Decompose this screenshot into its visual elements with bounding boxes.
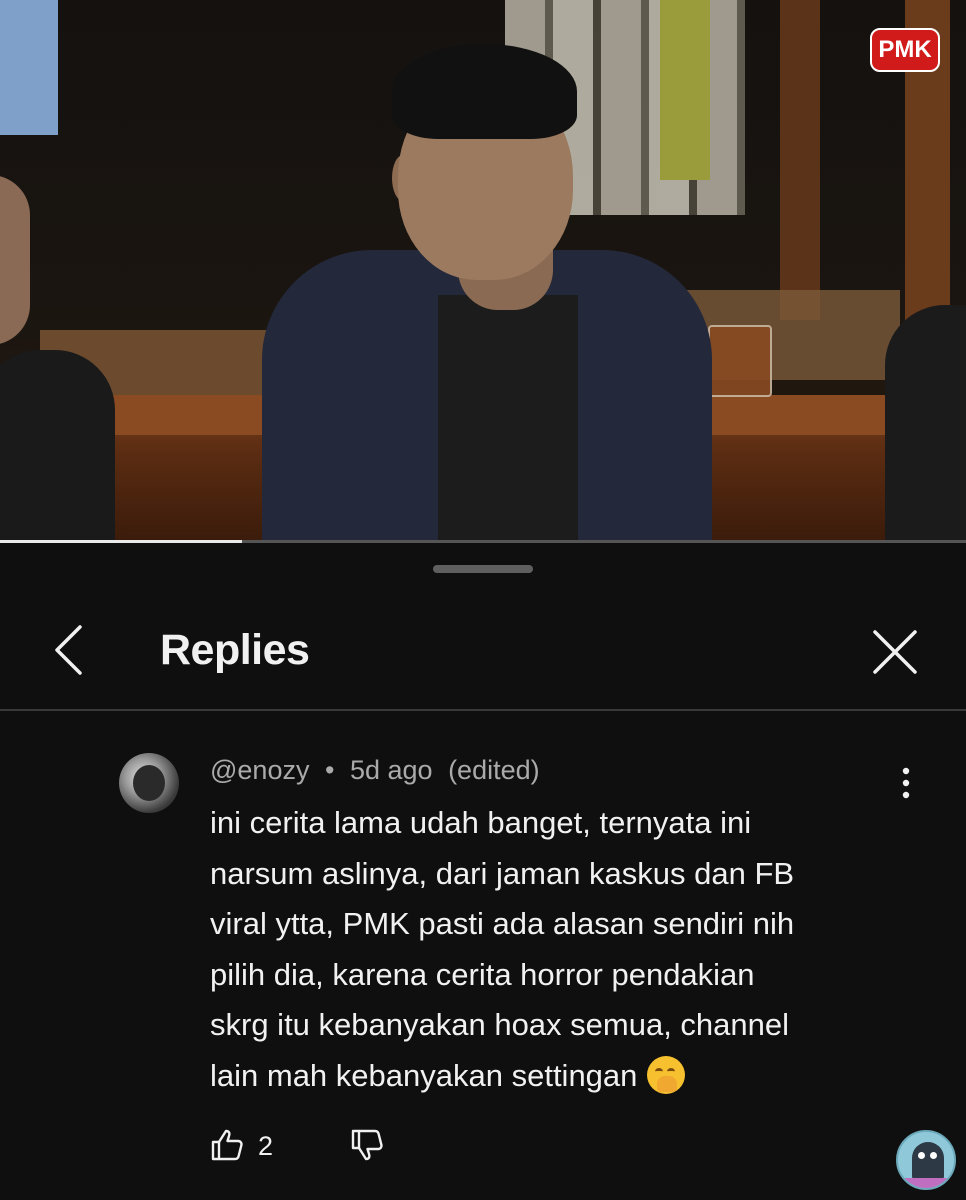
chevron-left-icon: [55, 625, 82, 675]
comment-line: narsum aslinya, dari jaman kaskus dan FB: [210, 855, 795, 891]
avatar[interactable]: [119, 753, 179, 813]
tea-glass: [708, 325, 772, 397]
sheet-title: Replies: [160, 626, 310, 674]
mascot-sticker: [896, 1130, 956, 1190]
comment-actions: 2: [0, 1123, 966, 1183]
hanging-snack-bag: [0, 0, 58, 135]
more-vertical-icon: [902, 767, 910, 799]
edited-label: (edited): [448, 755, 540, 785]
close-icon: [873, 630, 917, 674]
comment-body: ini cerita lama udah banget, ternyata in…: [210, 798, 900, 1101]
like-button[interactable]: [210, 1128, 246, 1164]
speaker-hair: [392, 44, 577, 139]
channel-logo: PMK: [870, 28, 940, 72]
comment-age: 5d ago: [349, 755, 433, 785]
guest-left: [0, 350, 115, 543]
hanging-snacks-green: [660, 0, 710, 180]
avatar-figure: [133, 765, 165, 801]
guest-left-head: [0, 175, 30, 345]
back-button[interactable]: [40, 621, 98, 679]
close-button[interactable]: [864, 621, 926, 683]
comment-line-last: lain mah kebanyakan settingan: [210, 1051, 900, 1102]
dislike-button[interactable]: [350, 1128, 386, 1164]
sticker-eye: [930, 1152, 937, 1159]
more-options-button[interactable]: [889, 763, 923, 803]
comment-line: skrg itu kebanyakan hoax semua, channel: [210, 1007, 790, 1042]
emoji-hand: [657, 1075, 678, 1092]
comment-author[interactable]: @enozy: [210, 755, 309, 785]
sheet-header: Replies: [0, 603, 966, 707]
thumbs-down-icon: [351, 1129, 383, 1161]
comment-line: pilih dia, karena cerita horror pendakia…: [210, 956, 755, 992]
sticker-body: [912, 1142, 944, 1182]
replies-sheet: Replies @enozy • 5d ago (edited) ini cer…: [0, 543, 966, 1200]
comment-meta: @enozy • 5d ago (edited): [210, 755, 540, 786]
like-count: 2: [258, 1131, 274, 1161]
guest-right: [885, 305, 966, 543]
comment-line-text: lain mah kebanyakan settingan: [210, 1057, 638, 1093]
wooden-pillar: [780, 0, 820, 320]
comment-line: viral ytta, PMK pasti ada alasan sendiri…: [210, 906, 795, 941]
thumbs-up-icon: [211, 1129, 243, 1161]
video-player[interactable]: PMK: [0, 0, 966, 543]
drag-handle[interactable]: [433, 565, 533, 573]
meta-separator: •: [324, 755, 335, 785]
speaker-shirt: [438, 295, 578, 543]
face-with-hand-over-mouth-icon: [647, 1055, 686, 1094]
header-divider: [0, 709, 966, 711]
sticker-eye: [918, 1152, 925, 1159]
comment-line: ini cerita lama udah banget, ternyata in…: [210, 805, 752, 840]
